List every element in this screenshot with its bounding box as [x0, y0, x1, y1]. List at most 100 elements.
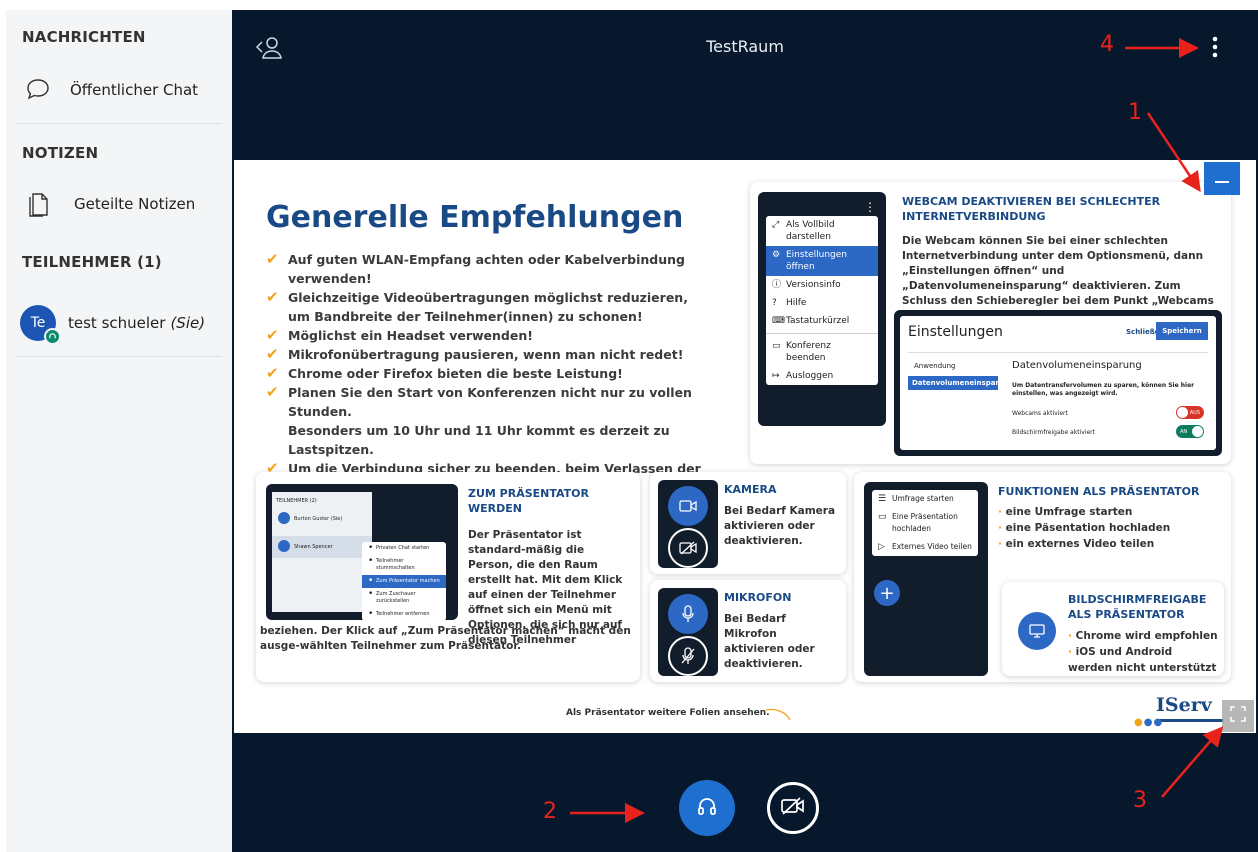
options-menu-item: ▭ Konferenz beenden	[766, 337, 878, 367]
participant-name: test schueler	[68, 314, 166, 332]
minus-icon	[1215, 169, 1229, 188]
menu-item-icon: ▭	[772, 341, 781, 351]
menu-item-icon: ⚙	[772, 250, 781, 260]
options-menu-item: ⤢ Als Vollbild darstellen	[766, 216, 878, 246]
menu-item-icon: •	[368, 589, 374, 599]
webcams-toggle-state: AUS	[1189, 409, 1200, 416]
more-vertical-icon: ⋮	[864, 200, 876, 214]
presenter-card-title: ZUM PRÄSENTATOR WERDEN	[468, 487, 590, 515]
more-vertical-icon	[1212, 36, 1218, 62]
menu-item-icon: ↦	[772, 371, 780, 381]
participant-menu-item: • Teilnehmer entfernen	[362, 608, 446, 621]
annotation-2: 2	[543, 799, 557, 824]
headphones-icon	[695, 794, 719, 822]
checkmark-icon: ✔	[266, 288, 279, 306]
microphone-off-icon	[668, 636, 708, 676]
fullscreen-icon	[1229, 705, 1247, 727]
participant-you-label: (Sie)	[170, 314, 206, 332]
checkmark-icon: ✔	[266, 250, 279, 268]
plus-icon: +	[874, 580, 900, 606]
annotation-3: 3	[1133, 788, 1147, 813]
screenshare-toggle-state: AN	[1180, 428, 1188, 435]
camera-card: KAMERA Bei Bedarf Kamera aktivieren oder…	[650, 472, 846, 574]
options-menu-item: ? Hilfe	[766, 294, 878, 312]
main-area: TestRaum Generelle Empfehlungen ✔ Auf gut…	[232, 10, 1258, 852]
settings-row-screenshare: Bildschirmfreigabe aktiviert	[1012, 429, 1095, 436]
options-menu-item: ⓘ Versionsinfo	[766, 276, 878, 294]
recommendation-text: Planen Sie den Start von Konferenzen nic…	[288, 385, 692, 457]
options-menu-item-label: Hilfe	[786, 298, 807, 308]
recommendation-item: ✔ Möglichst ein Headset verwenden!	[266, 326, 746, 345]
audio-button[interactable]	[679, 780, 735, 836]
microphone-card-text: Bei Bedarf Mikrofon aktivieren oder deak…	[724, 613, 815, 670]
participant-menu-mock: • Privaten Chat starten • Teilnehmer stumms…	[362, 542, 446, 621]
presenter-action-item: ▷ Externes Video teilen	[872, 538, 978, 556]
settings-heading: Datenvolumeneinsparung	[1012, 360, 1142, 371]
swoosh-decoration	[765, 708, 791, 721]
divider	[16, 123, 222, 124]
webcam-button[interactable]	[767, 782, 819, 834]
camera-off-icon	[780, 796, 806, 820]
annotation-4: 4	[1100, 32, 1114, 57]
app-window: NACHRICHTEN Öffentlicher Chat NOTIZEN Ge…	[0, 0, 1258, 852]
fullscreen-button[interactable]	[1222, 700, 1254, 732]
screen-share-icon	[1018, 612, 1056, 650]
options-menu-item-label: Versionsinfo	[786, 280, 841, 290]
screenshare-list: Chrome wird empfohleniOS und Android wer…	[1068, 628, 1218, 676]
presenter-action-label: Eine Präsentation hochladen	[892, 512, 958, 533]
function-bullet: ein externes Video teilen	[998, 536, 1170, 552]
menu-item-icon: ▷	[878, 542, 885, 552]
participant-menu-item: • Privaten Chat starten	[362, 542, 446, 555]
menu-item-icon: •	[368, 556, 374, 566]
camera-mock	[658, 480, 718, 568]
recommendation-text: Gleichzeitige Videoübertragungen möglich…	[288, 290, 688, 324]
mock-participants-header: TEILNEHMER (2)	[276, 498, 317, 504]
shared-notes-label: Geteilte Notizen	[74, 195, 196, 213]
menu-item-icon: •	[368, 543, 374, 553]
participant-item[interactable]: Te test schueler (Sie)	[16, 302, 222, 345]
menu-item-icon: ▭	[878, 512, 887, 522]
camera-on-icon	[668, 486, 708, 526]
presenter-actions-menu: ☰ Umfrage starten ▭ Eine Präsentation hochl…	[872, 490, 978, 556]
logo-dots: ●●●	[1134, 717, 1164, 728]
menu-item-icon: •	[368, 576, 374, 586]
presentation-slide: Generelle Empfehlungen ✔ Auf guten WLAN-E…	[234, 160, 1256, 733]
presenter-functions-card: ☰ Umfrage starten ▭ Eine Präsentation hochl…	[854, 472, 1231, 682]
recommendation-item: ✔ Mikrofonübertragung pausieren, wenn man…	[266, 345, 746, 364]
options-menu-button[interactable]	[1204, 34, 1226, 64]
recommendation-text: Chrome oder Firefox bieten die beste Lei…	[288, 366, 623, 381]
menu-item-icon: ⤢	[772, 220, 780, 230]
settings-dialog: Einstellungen Schließen Speichern Anwend…	[900, 316, 1216, 450]
function-bullet: eine Umfrage starten	[998, 504, 1170, 520]
settings-title: Einstellungen	[908, 324, 1003, 340]
screenshare-card-title: BILDSCHIRMFREIGABE ALS PRÄSENTATOR	[1068, 593, 1207, 621]
functions-card-title: FUNKTIONEN ALS PRÄSENTATOR	[998, 485, 1200, 498]
options-menu-item: ⌨ Tastaturkürzel	[766, 312, 878, 330]
recommendation-text: Möglichst ein Headset verwenden!	[288, 328, 533, 343]
webcam-card-title: WEBCAM DEAKTIVIEREN BEI SCHLECHTER INTER…	[902, 195, 1161, 223]
notes-header: NOTIZEN	[22, 144, 99, 162]
presenter-action-label: Externes Video teilen	[892, 542, 972, 551]
minimize-presentation-button[interactable]	[1204, 162, 1240, 195]
divider	[766, 333, 878, 334]
shared-notes-item[interactable]: Geteilte Notizen	[16, 186, 222, 222]
webcams-toggle: AUS	[1176, 406, 1204, 419]
options-menu-item: ⚙ Einstellungen öffnen	[766, 246, 878, 276]
recommendation-item: ✔ Chrome oder Firefox bieten die beste Le…	[266, 364, 746, 383]
camera-off-icon	[668, 528, 708, 568]
menu-item-icon: ?	[772, 298, 777, 308]
options-menu-item-label: Als Vollbild darstellen	[786, 220, 835, 242]
checkmark-icon: ✔	[266, 326, 279, 344]
participant-menu-item-label: Zum Zuschauer zurückstellen	[376, 591, 416, 604]
microphone-on-icon	[668, 594, 708, 634]
settings-mock: Einstellungen Schließen Speichern Anwend…	[894, 310, 1222, 456]
function-bullet: eine Päsentation hochladen	[998, 520, 1171, 536]
participants-mock: TEILNEHMER (2) Burton Guster (Sie) Shawn…	[266, 484, 458, 621]
avatar	[278, 512, 290, 524]
chat-icon	[16, 77, 60, 103]
logo-underline	[1160, 719, 1224, 722]
webcam-card: ⋮ ⤢ Als Vollbild darstellen ⚙ Einstellungen…	[750, 182, 1231, 464]
participant-menu-item: • Zum Präsentator machen	[362, 575, 446, 588]
public-chat-item[interactable]: Öffentlicher Chat	[16, 72, 222, 108]
presenter-action-label: Umfrage starten	[892, 494, 954, 503]
